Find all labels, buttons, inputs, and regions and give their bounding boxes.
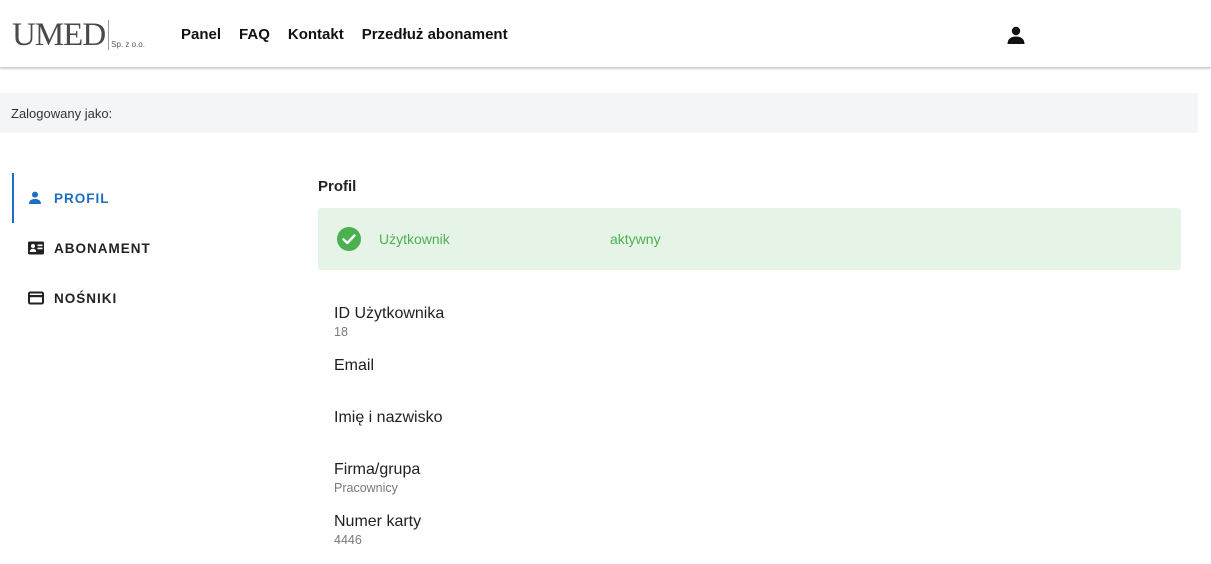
- main-nav: Panel FAQ Kontakt Przedłuż abonament: [181, 26, 526, 43]
- profile-fields: ID Użytkownika 18 Email Imię i nazwisko …: [318, 304, 1181, 564]
- logo-sub-text: Sp. z o.o.: [111, 40, 145, 49]
- field-user-id: ID Użytkownika 18: [334, 304, 1181, 356]
- sidebar: PROFIL ABONAMENT NOŚNIKI: [12, 173, 272, 323]
- card-icon: [28, 291, 44, 305]
- logged-in-label: Zalogowany jako:: [11, 106, 113, 121]
- status-label: Użytkownik: [379, 231, 450, 247]
- status-value: aktywny: [610, 231, 661, 247]
- person-icon: [28, 191, 44, 205]
- field-full-name: Imię i nazwisko: [334, 408, 1181, 460]
- logged-in-bar: Zalogowany jako:: [0, 93, 1198, 133]
- top-header: UMED Sp. z o.o. Panel FAQ Kontakt Przedł…: [0, 0, 1211, 68]
- check-circle-icon: [337, 227, 361, 251]
- account-icon[interactable]: [1006, 26, 1026, 44]
- field-company-group: Firma/grupa Pracownicy: [334, 460, 1181, 512]
- field-label: Imię i nazwisko: [334, 409, 443, 426]
- field-value: 18: [334, 325, 348, 339]
- field-email: Email: [334, 356, 1181, 408]
- field-label: Numer karty: [334, 513, 422, 530]
- logo-divider: [108, 20, 110, 50]
- sidebar-item-label: PROFIL: [54, 190, 110, 206]
- field-label: ID Użytkownika: [334, 305, 445, 322]
- id-card-icon: [28, 241, 44, 255]
- page-title: Profil: [318, 178, 357, 195]
- umed-logo[interactable]: UMED Sp. z o.o.: [12, 16, 145, 52]
- status-alert: Użytkownik aktywny: [318, 208, 1181, 270]
- nav-faq-link[interactable]: FAQ: [239, 26, 270, 43]
- nav-przedluz-abonament-link[interactable]: Przedłuż abonament: [362, 26, 508, 43]
- main-content: Profil Użytkownik aktywny ID Użytkownika…: [318, 178, 1181, 564]
- sidebar-item-nosniki[interactable]: NOŚNIKI: [12, 273, 272, 323]
- nav-panel-link[interactable]: Panel: [181, 26, 221, 43]
- sidebar-item-abonament[interactable]: ABONAMENT: [12, 223, 272, 273]
- logo-main-text: UMED: [12, 17, 106, 53]
- nav-kontakt-link[interactable]: Kontakt: [288, 26, 344, 43]
- field-value: Pracownicy: [334, 481, 398, 495]
- field-label: Email: [334, 357, 375, 374]
- field-card-number: Numer karty 4446: [334, 512, 1181, 564]
- field-label: Firma/grupa: [334, 461, 421, 478]
- sidebar-item-profil[interactable]: PROFIL: [12, 173, 272, 223]
- sidebar-item-label: NOŚNIKI: [54, 290, 118, 306]
- field-value: 4446: [334, 533, 362, 547]
- sidebar-item-label: ABONAMENT: [54, 240, 151, 256]
